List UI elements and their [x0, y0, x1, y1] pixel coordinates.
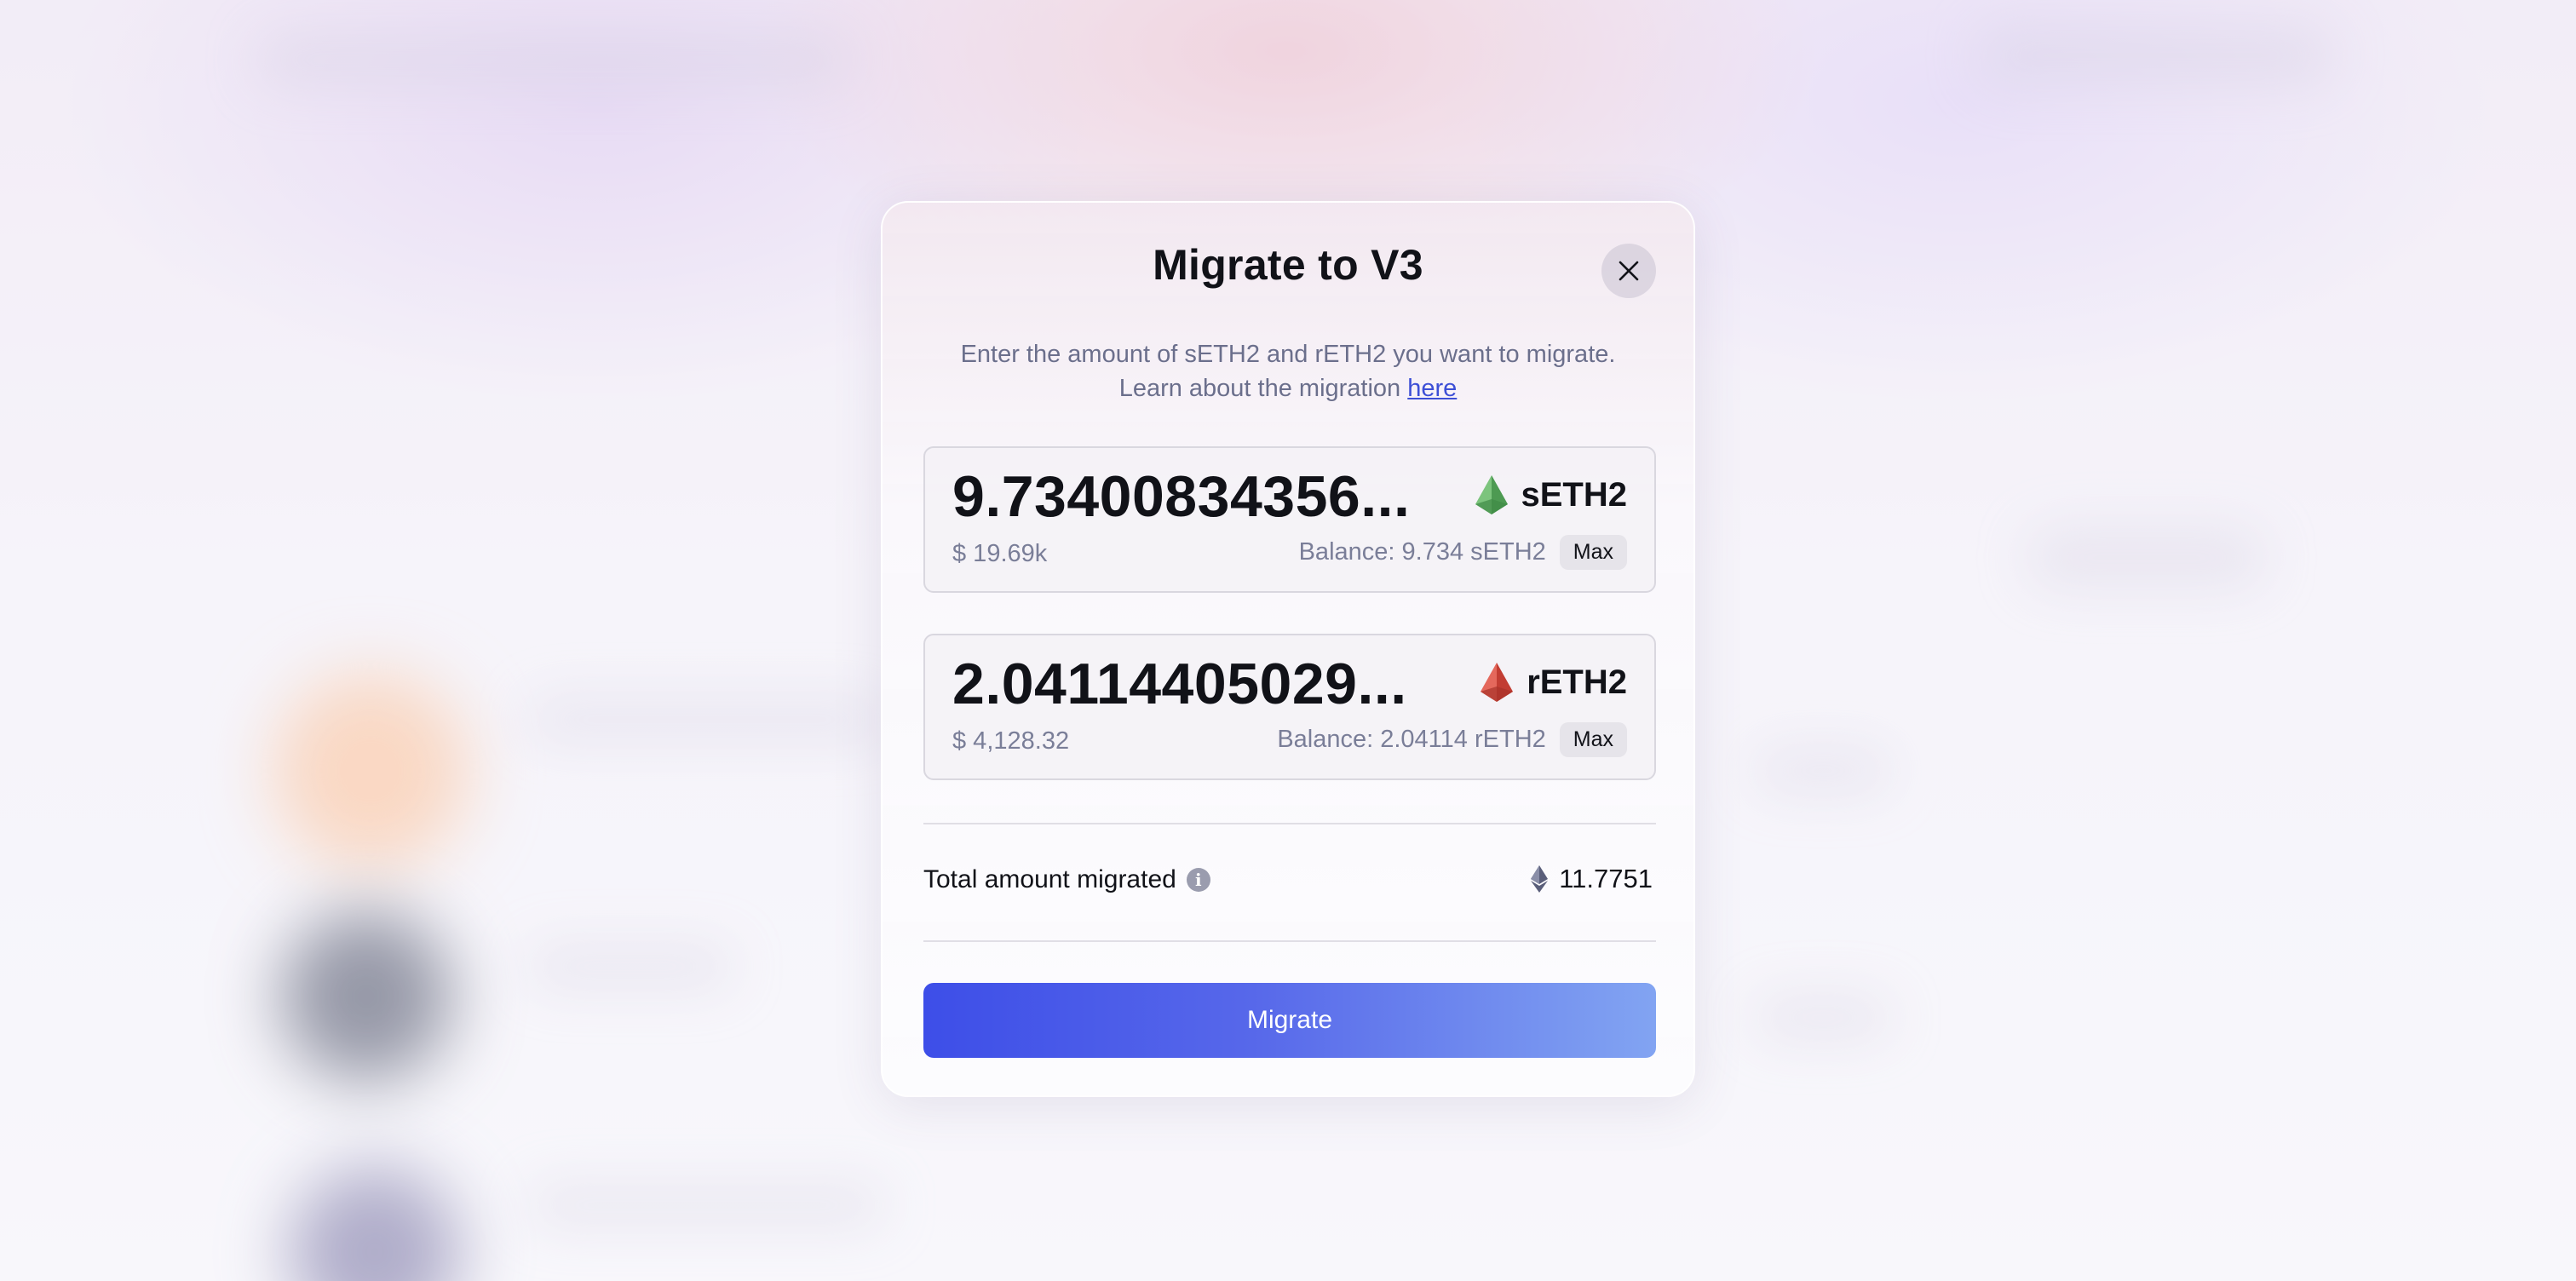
reth2-token-label: rETH2 [1479, 661, 1627, 704]
seth2-symbol: sETH2 [1521, 475, 1628, 514]
description-text: Learn about the migration [1118, 375, 1408, 402]
reth2-icon [1481, 663, 1514, 702]
seth2-token-label: sETH2 [1474, 474, 1628, 516]
close-icon [1619, 261, 1639, 281]
total-migrated-value: 11.7751 [1530, 864, 1653, 894]
description-line: Enter the amount of sETH2 and rETH2 you … [960, 341, 1616, 368]
divider [923, 940, 1656, 942]
modal-title: Migrate to V3 [1153, 241, 1423, 289]
reth2-max-button[interactable]: Max [1559, 722, 1627, 757]
modal-description: Enter the amount of sETH2 and rETH2 you … [917, 337, 1659, 405]
seth2-max-button[interactable]: Max [1559, 535, 1627, 570]
eth-icon [1531, 865, 1549, 893]
seth2-amount-input[interactable]: 9.73400834356... [952, 463, 1446, 530]
seth2-input-card[interactable]: 9.73400834356... sETH2 $ 19.69k Balance:… [923, 446, 1656, 593]
reth2-symbol: rETH2 [1527, 663, 1627, 701]
close-button[interactable] [1601, 244, 1656, 298]
total-migrated-label: Total amount migrated i [923, 865, 1210, 894]
seth2-balance: Balance: 9.734 sETH2 [1298, 538, 1546, 566]
total-value-text: 11.7751 [1559, 864, 1653, 893]
learn-more-link[interactable]: here [1407, 375, 1457, 402]
info-icon[interactable]: i [1186, 868, 1210, 892]
reth2-balance-row: Balance: 2.04114 rETH2 Max [1277, 722, 1627, 757]
total-label-text: Total amount migrated [923, 865, 1176, 893]
reth2-balance: Balance: 2.04114 rETH2 [1277, 726, 1546, 753]
seth2-usd-value: $ 19.69k [952, 540, 1048, 567]
migrate-modal: Migrate to V3 Enter the amount of sETH2 … [881, 201, 1695, 1097]
description-line: Learn about the migration here [917, 371, 1659, 405]
seth2-icon [1475, 475, 1508, 514]
divider [923, 823, 1656, 824]
reth2-input-card[interactable]: 2.04114405029... rETH2 $ 4,128.32 Balanc… [923, 634, 1656, 780]
reth2-amount-input[interactable]: 2.04114405029... [952, 651, 1446, 717]
reth2-usd-value: $ 4,128.32 [952, 727, 1070, 755]
seth2-balance-row: Balance: 9.734 sETH2 Max [1299, 535, 1627, 570]
migrate-button[interactable]: Migrate [923, 983, 1656, 1058]
